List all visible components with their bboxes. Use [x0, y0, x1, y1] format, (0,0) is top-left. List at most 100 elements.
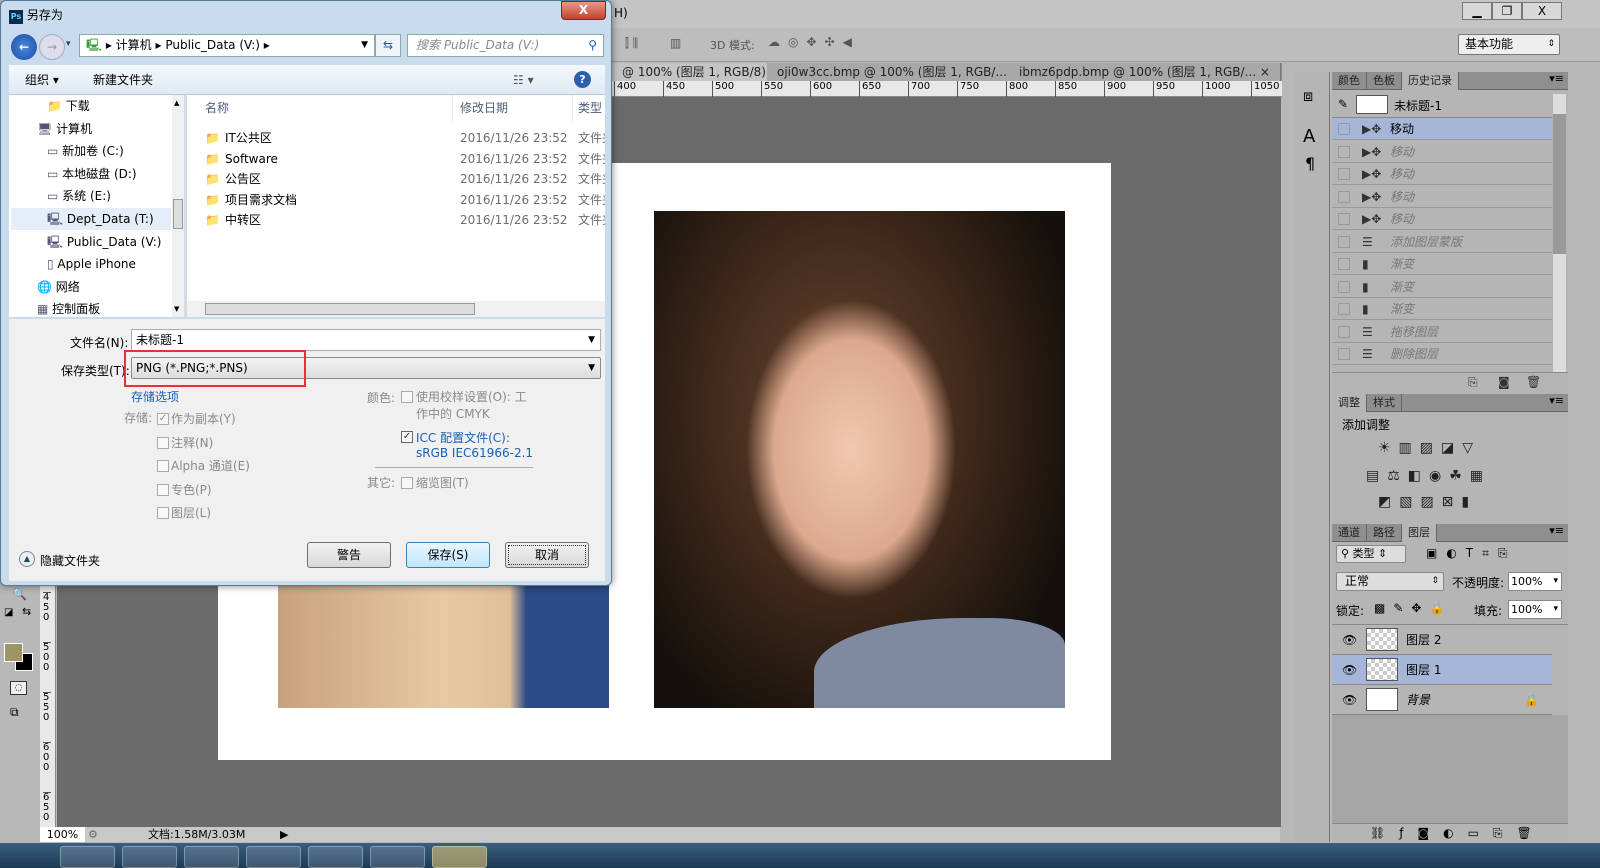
- opacity-input[interactable]: 100% ▾: [1508, 572, 1562, 591]
- warning-button[interactable]: 警告: [307, 542, 391, 568]
- eye-icon[interactable]: 👁: [1342, 655, 1357, 685]
- history-item[interactable]: ▶✥ 移动: [1332, 141, 1552, 163]
- history-item[interactable]: ▶✥ 移动: [1332, 186, 1552, 208]
- nav-item[interactable]: 🖥 计算机: [37, 118, 92, 140]
- address-bar[interactable]: 🖳 ▸ 计算机 ▸ Public_Data (V:) ▸ ▼: [79, 34, 375, 57]
- tab-document-3[interactable]: ibmz6pdp.bmp @ 100% (图层 1, RGB/... ×: [1009, 63, 1281, 81]
- panel-menu-icon[interactable]: ▾≡: [1549, 394, 1564, 407]
- nav-item[interactable]: ▯ Apple iPhone: [47, 253, 136, 275]
- dropdown-arrow-icon[interactable]: ▼: [588, 330, 595, 350]
- quick-mask-icon[interactable]: ◌: [10, 681, 27, 695]
- taskbar-app[interactable]: [246, 846, 301, 868]
- history-checkbox[interactable]: [1338, 123, 1350, 135]
- save-options-link[interactable]: 存储选项: [131, 388, 179, 405]
- history-checkbox[interactable]: [1338, 348, 1350, 360]
- swap-colors-icon[interactable]: ⇆: [22, 605, 31, 618]
- file-row[interactable]: 📁 中转区 2016/11/26 23:52 文件夹: [187, 210, 605, 231]
- history-checkbox[interactable]: [1338, 213, 1350, 225]
- tab-adjustments[interactable]: 调整: [1332, 394, 1367, 412]
- tab-layers[interactable]: 图层: [1402, 524, 1437, 542]
- taskbar-app[interactable]: [370, 846, 425, 868]
- adjustment-icons-row3[interactable]: ◩▧▨⊠▮: [1378, 494, 1477, 510]
- history-item[interactable]: ▮ 渐变: [1332, 276, 1552, 298]
- file-row[interactable]: 📁 IT公共区 2016/11/26 23:52 文件夹: [187, 128, 605, 149]
- column-header-name[interactable]: 名称: [187, 95, 453, 121]
- new-document-icon[interactable]: ⎘: [1468, 375, 1478, 390]
- history-item[interactable]: ☰ 拖移图层: [1332, 321, 1552, 343]
- address-dropdown-icon[interactable]: ▼: [361, 35, 368, 56]
- file-row[interactable]: 📁 公告区 2016/11/26 23:52 文件夹: [187, 169, 605, 190]
- fill-input[interactable]: 100% ▾: [1508, 600, 1562, 619]
- store-option-checkbox[interactable]: [157, 483, 169, 496]
- history-item[interactable]: ▮ 渐变: [1332, 253, 1552, 275]
- help-icon[interactable]: ?: [574, 71, 591, 88]
- history-checkbox[interactable]: [1338, 235, 1350, 248]
- history-snapshot[interactable]: ✎ 未标题-1: [1332, 92, 1552, 118]
- panel-menu-icon[interactable]: ▾≡: [1549, 524, 1564, 537]
- close-tab-icon[interactable]: ×: [1260, 65, 1270, 79]
- organize-button[interactable]: 组织 ▾: [25, 65, 59, 95]
- character-panel-icon[interactable]: A: [1303, 126, 1315, 147]
- tab-paths[interactable]: 路径: [1367, 524, 1402, 542]
- history-checkbox[interactable]: [1338, 168, 1350, 180]
- tab-history[interactable]: 历史记录: [1402, 72, 1459, 90]
- breadcrumb-public-data[interactable]: Public_Data (V:): [165, 38, 260, 52]
- layer-row[interactable]: 👁 图层 1: [1332, 655, 1552, 685]
- forward-button[interactable]: →: [39, 34, 65, 60]
- eye-icon[interactable]: 👁: [1342, 685, 1357, 715]
- 3d-tools-icon[interactable]: ☁◎✥✣◀: [768, 35, 860, 49]
- column-header-type[interactable]: 类型: [573, 95, 605, 121]
- history-checkbox[interactable]: [1338, 190, 1350, 203]
- adjustment-icons-row1[interactable]: ☀▥▨◪▽: [1378, 440, 1481, 456]
- align-icon[interactable]: ⫿ ⫼: [625, 36, 638, 51]
- restore-button[interactable]: ❐: [1492, 2, 1522, 20]
- 3d-panel-icon[interactable]: ⧈: [1303, 86, 1313, 106]
- layer-filter-icons[interactable]: ▣◐T⌗⎘: [1426, 546, 1517, 561]
- store-option-checkbox[interactable]: [157, 436, 169, 449]
- camera-icon[interactable]: ◙: [1498, 375, 1510, 389]
- hide-folders-icon[interactable]: ▲: [19, 551, 35, 567]
- filename-input[interactable]: 未标题-1 ▼: [131, 329, 601, 351]
- history-checkbox[interactable]: [1338, 258, 1350, 270]
- view-options-icon[interactable]: ☷ ▾: [513, 65, 534, 95]
- nav-item[interactable]: ▭ 新加卷 (C:): [47, 140, 124, 162]
- close-button[interactable]: X: [561, 1, 606, 20]
- close-window-button[interactable]: X: [1522, 2, 1562, 20]
- nav-item[interactable]: 🖳 Dept_Data (T:): [11, 208, 171, 230]
- back-button[interactable]: ←: [11, 34, 37, 60]
- nav-item[interactable]: 📁 下载: [47, 95, 90, 117]
- tab-channels[interactable]: 通道: [1332, 524, 1367, 542]
- nav-item[interactable]: ▭ 本地磁盘 (D:): [47, 163, 137, 185]
- file-row[interactable]: 📁 项目需求文档 2016/11/26 23:52 文件夹: [187, 190, 605, 211]
- nav-item[interactable]: ▭ 系统 (E:): [47, 185, 111, 207]
- eye-icon[interactable]: 👁: [1342, 625, 1357, 655]
- default-colors-icon[interactable]: ◪: [4, 607, 13, 618]
- minimize-button[interactable]: ▁: [1462, 2, 1492, 20]
- taskbar-app-photoshop[interactable]: [432, 846, 487, 868]
- history-checkbox[interactable]: [1338, 280, 1350, 293]
- taskbar-app[interactable]: [184, 846, 239, 868]
- history-item[interactable]: ☰ 删除图层: [1332, 343, 1552, 365]
- history-checkbox[interactable]: [1338, 303, 1350, 315]
- history-scrollbar[interactable]: [1553, 94, 1566, 372]
- lock-icons[interactable]: ▩✎✥🔒: [1374, 601, 1452, 615]
- paragraph-panel-icon[interactable]: ¶: [1305, 154, 1315, 173]
- store-option-checkbox[interactable]: [157, 460, 169, 473]
- layer-row[interactable]: 👁 背景 🔒: [1332, 685, 1552, 715]
- nav-item[interactable]: 🖳 Public_Data (V:): [47, 231, 161, 253]
- file-row[interactable]: 📁 Software 2016/11/26 23:52 文件夹: [187, 149, 605, 170]
- new-folder-button[interactable]: 新建文件夹: [93, 65, 153, 95]
- breadcrumb-computer[interactable]: 计算机: [116, 38, 152, 52]
- zoom-level[interactable]: 100%: [40, 827, 85, 842]
- tab-document-2[interactable]: oji0w3cc.bmp @ 100% (图层 1, RGB/... ×: [767, 63, 1032, 81]
- layers-footer-icons[interactable]: ⛓ƒ◙◐▭⎘🗑: [1332, 823, 1568, 842]
- history-checkbox[interactable]: [1338, 325, 1350, 338]
- nav-item[interactable]: ▦ 控制面板: [37, 298, 100, 320]
- history-item[interactable]: ▶✥ 移动: [1332, 118, 1552, 140]
- tab-styles[interactable]: 样式: [1367, 394, 1402, 412]
- history-item[interactable]: ▮ 渐变: [1332, 298, 1552, 320]
- nav-scrollbar[interactable]: ▲ ▼: [172, 95, 184, 317]
- menu-help[interactable]: H): [614, 6, 628, 20]
- layer-row[interactable]: 👁 图层 2: [1332, 625, 1552, 655]
- tab-color[interactable]: 颜色: [1332, 72, 1367, 90]
